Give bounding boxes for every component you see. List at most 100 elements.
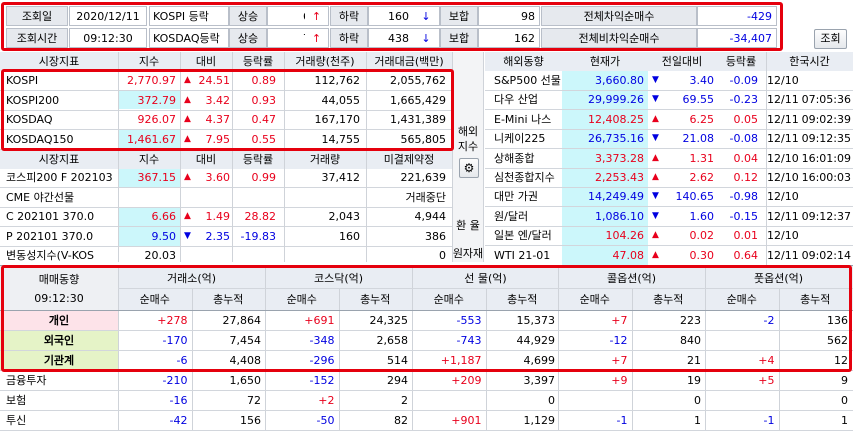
index-header-2: 대비 bbox=[195, 55, 217, 68]
col-divider bbox=[452, 52, 453, 262]
up-triangle-icon: ▲ bbox=[184, 75, 191, 85]
gear-icon[interactable]: ⚙ bbox=[459, 158, 479, 178]
down-arrow-icon: ↓ bbox=[421, 32, 431, 45]
index-header-5: 거래대금(백만) bbox=[374, 55, 444, 68]
deriv-open-interest: 386 bbox=[425, 229, 446, 243]
deriv-name[interactable]: 변동성지수(V-KOS bbox=[6, 246, 118, 265]
world-time: 16:01:09 bbox=[801, 151, 851, 165]
net-buy-value: +2 bbox=[318, 394, 335, 407]
net-buy-header: 순매수 bbox=[726, 293, 757, 306]
down-triangle-icon: ▼ bbox=[652, 133, 659, 144]
cumulative-value: 0 bbox=[548, 394, 555, 407]
investor-name[interactable]: 외국인 bbox=[0, 331, 118, 350]
investor-name[interactable]: 개인 bbox=[0, 311, 118, 330]
world-date: 12/11 bbox=[767, 248, 799, 262]
world-name[interactable]: 심천종합지수 bbox=[494, 168, 562, 187]
net-buy-value: +4 bbox=[758, 354, 775, 367]
world-header-2: 전일대비 bbox=[661, 55, 703, 68]
index-change: 24.51 bbox=[198, 74, 231, 87]
up-arrow-icon: ↑ bbox=[305, 28, 329, 48]
index-name[interactable]: KOSDAQ150 bbox=[6, 130, 116, 149]
world-name[interactable]: 다우 산업 bbox=[494, 90, 562, 109]
index-name[interactable]: KOSPI bbox=[6, 71, 116, 90]
overseas-index-tab[interactable]: 해외 지수 bbox=[454, 124, 482, 154]
trade-title: 매매동향 bbox=[38, 273, 80, 286]
world-name[interactable]: 일본 엔/달러 bbox=[494, 226, 562, 245]
trade-group-3: 콜옵션(억) bbox=[606, 272, 657, 285]
index-amount: 565,805 bbox=[400, 132, 447, 146]
world-date: 12/10 bbox=[767, 229, 799, 243]
up-triangle-icon: ▲ bbox=[652, 249, 659, 260]
trade-group-4: 풋옵션(억) bbox=[753, 272, 804, 285]
down-triangle-icon: ▼ bbox=[652, 210, 659, 221]
down-triangle-icon: ▼ bbox=[652, 94, 659, 105]
cumulative-value: 1 bbox=[841, 414, 848, 427]
advance-label: 상승 bbox=[229, 28, 267, 48]
decline-label: 하락 bbox=[330, 6, 368, 26]
world-value: 14,249.49 bbox=[588, 190, 644, 204]
world-date: 12/11 bbox=[767, 132, 799, 146]
world-name[interactable]: E-Mini 나스 bbox=[494, 110, 562, 129]
deriv-name[interactable]: C 202101 370.0 bbox=[6, 207, 118, 226]
cumulative-value: 0 bbox=[694, 394, 701, 407]
net-buy-value bbox=[412, 391, 482, 410]
cumulative-value: 136 bbox=[827, 314, 848, 327]
deriv-rate bbox=[232, 246, 276, 265]
world-name[interactable]: 원/달러 bbox=[494, 207, 562, 226]
world-name[interactable]: 대만 가권 bbox=[494, 187, 562, 206]
deriv-volume: 2,043 bbox=[328, 210, 361, 224]
world-change: 6.25 bbox=[689, 112, 715, 126]
net-buy-value: -12 bbox=[609, 334, 628, 347]
index-value: 1,461.67 bbox=[127, 132, 176, 146]
world-time: 07:05:36 bbox=[801, 93, 851, 107]
investor-name[interactable]: 투신 bbox=[0, 411, 118, 430]
world-name[interactable]: 니케이225 bbox=[494, 129, 562, 148]
cumulative-value: 2,658 bbox=[376, 334, 409, 347]
world-date: 12/10 bbox=[767, 190, 799, 204]
deriv-rate: 0.99 bbox=[251, 171, 277, 184]
world-change: 21.08 bbox=[682, 132, 715, 146]
cumulative-value: 72 bbox=[247, 394, 261, 407]
world-value: 12,408.25 bbox=[588, 112, 644, 126]
deriv-name[interactable]: P 202101 370.0 bbox=[6, 227, 118, 246]
net-buy-header: 순매수 bbox=[139, 293, 170, 306]
query-value[interactable]: 09:12:30 bbox=[69, 28, 147, 48]
commodity-tab[interactable]: 원자재 bbox=[452, 244, 484, 263]
investor-name[interactable]: 보험 bbox=[0, 391, 118, 410]
world-name[interactable]: WTI 21-01 bbox=[494, 246, 562, 265]
world-time: 09:12:37 bbox=[801, 209, 851, 223]
decline-label: 하락 bbox=[330, 28, 368, 48]
net-buy-header: 순매수 bbox=[286, 293, 317, 306]
cumulative-value: 12 bbox=[834, 354, 848, 367]
world-value: 104.26 bbox=[605, 229, 645, 243]
world-name[interactable]: 상해종합 bbox=[494, 149, 562, 168]
world-date: 12/11 bbox=[767, 209, 799, 223]
net-buy-value: -152 bbox=[309, 374, 335, 387]
world-name[interactable]: S&P500 선물 bbox=[494, 71, 562, 90]
cumulative-value: 44,929 bbox=[516, 334, 556, 347]
arbitrage-value: -34,407 bbox=[697, 28, 777, 48]
fx-tab[interactable]: 환 율 bbox=[452, 216, 484, 235]
query-button[interactable]: 조회 bbox=[814, 29, 847, 49]
investor-name[interactable]: 금융투자 bbox=[0, 371, 118, 390]
deriv-name[interactable]: 코스피200 F 202103 bbox=[6, 168, 118, 187]
world-date: 12/10 bbox=[767, 151, 799, 165]
investor-name[interactable]: 기관계 bbox=[0, 351, 118, 370]
world-header-1: 현재가 bbox=[589, 55, 621, 68]
net-buy-value: +901 bbox=[451, 414, 482, 427]
index-value: 372.79 bbox=[137, 93, 177, 107]
cumulative-header: 총누적 bbox=[360, 293, 391, 306]
world-header-4: 한국시간 bbox=[789, 55, 830, 68]
net-buy-value bbox=[705, 331, 775, 350]
world-time: 09:12:35 bbox=[801, 132, 851, 146]
query-value[interactable]: 2020/12/11 bbox=[69, 6, 147, 26]
cumulative-value: 15,373 bbox=[516, 314, 556, 327]
trade-group-2: 선 물(억) bbox=[464, 272, 507, 285]
deriv-name[interactable]: CME 야간선물 bbox=[6, 188, 118, 207]
deriv-volume bbox=[284, 246, 360, 265]
net-buy-header: 순매수 bbox=[579, 293, 610, 306]
advance-label: 상승 bbox=[229, 6, 267, 26]
deriv-value: 6.66 bbox=[151, 210, 177, 224]
index-name[interactable]: KOSDAQ bbox=[6, 110, 116, 129]
index-name[interactable]: KOSPI200 bbox=[6, 91, 116, 110]
